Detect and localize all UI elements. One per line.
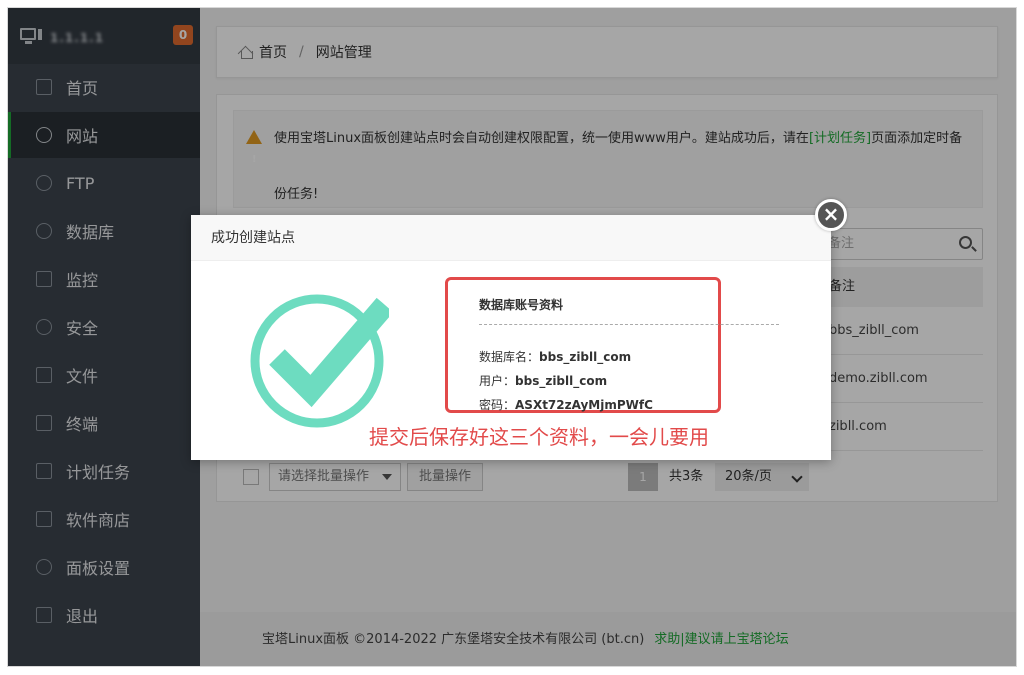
db-password-value[interactable]: ASXt72zAyMjmPWfC (515, 398, 653, 412)
close-icon[interactable]: × (815, 199, 847, 231)
db-name-value[interactable]: bbs_zibll_com (539, 350, 631, 364)
db-user-row: 用户：bbs_zibll_com (479, 372, 607, 389)
db-name-row: 数据库名：bbs_zibll_com (479, 348, 631, 365)
annotation-note: 提交后保存好这三个资料，一会儿要用 (369, 425, 709, 449)
app-window: 1.1.1.1 0 首页 网站 FTP 数据库 监控 安全 文件 终端 计划任务… (7, 7, 1017, 667)
success-dialog: 成功创建站点 × 数据库账号资料 数据库名：bbs_zibll_com 用户：b… (191, 199, 847, 460)
db-info-box: 数据库账号资料 数据库名：bbs_zibll_com 用户：bbs_zibll_… (445, 277, 779, 413)
dialog-title: 成功创建站点 (191, 215, 831, 261)
db-name-label: 数据库名： (479, 350, 540, 364)
db-password-row: 密码：ASXt72zAyMjmPWfC (479, 396, 653, 413)
success-check-icon (250, 294, 389, 428)
db-password-label: 密码： (479, 398, 516, 412)
db-user-value[interactable]: bbs_zibll_com (515, 374, 607, 388)
divider (479, 324, 779, 325)
db-info-title: 数据库账号资料 (479, 298, 564, 312)
db-user-label: 用户： (479, 374, 516, 388)
